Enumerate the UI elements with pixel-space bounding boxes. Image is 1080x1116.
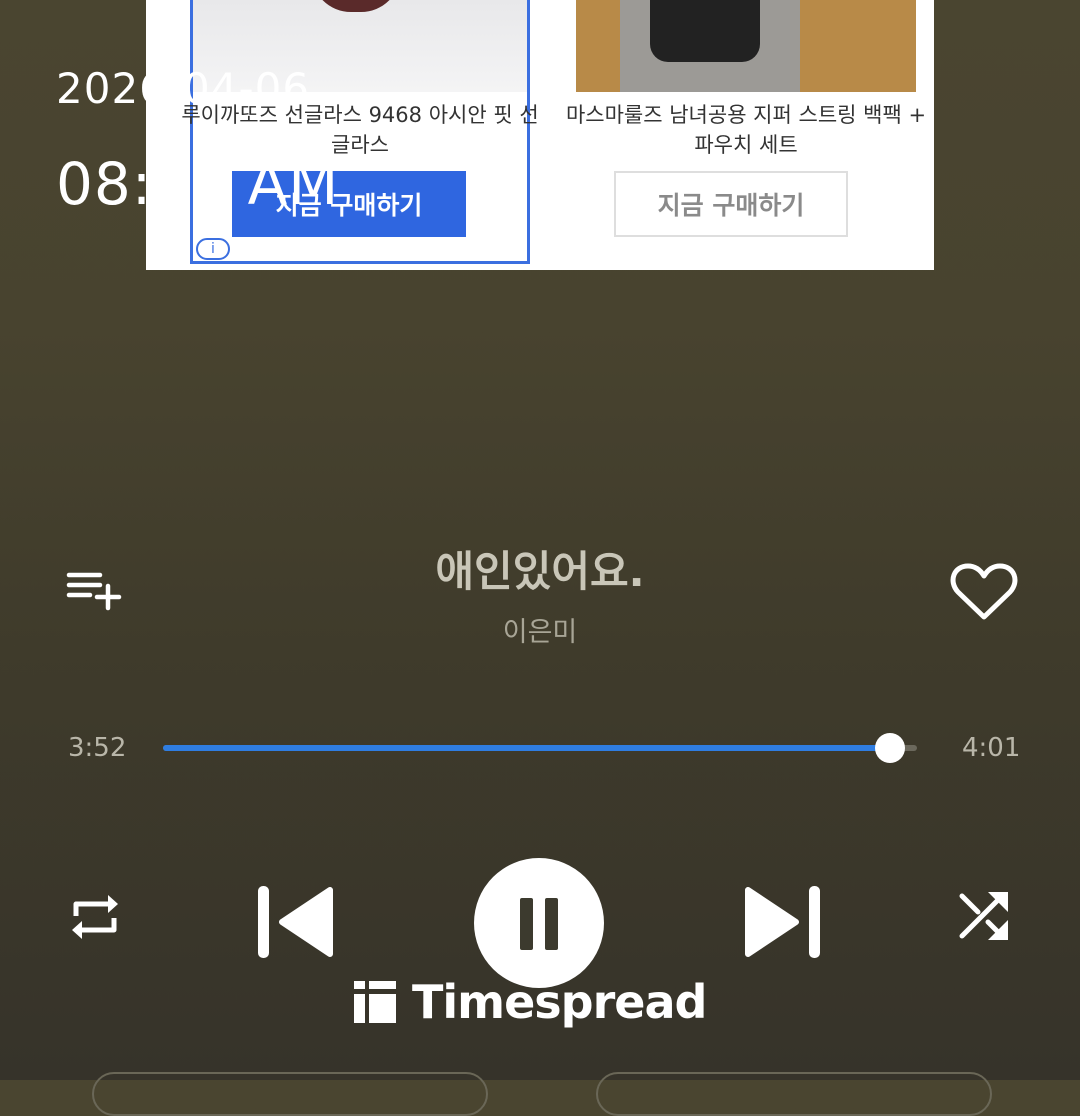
heart-icon[interactable] xyxy=(950,562,1018,622)
ad-product-title[interactable]: 마스마룰즈 남녀공용 지퍼 스트링 백팩 + 파우치 세트 xyxy=(554,100,938,160)
overlay-time: 08:16 AM xyxy=(56,150,340,218)
skip-previous-icon[interactable] xyxy=(256,884,336,960)
seek-bar[interactable] xyxy=(163,733,917,763)
seek-bar-fill xyxy=(163,745,890,751)
watermark-text: Timespread xyxy=(412,975,707,1029)
watermark: Timespread xyxy=(354,975,707,1029)
shuffle-icon[interactable] xyxy=(956,888,1012,944)
song-artist[interactable]: 이은미 xyxy=(0,610,1080,649)
pause-button[interactable] xyxy=(474,858,604,988)
bottom-button[interactable] xyxy=(596,1072,992,1116)
seek-bar-handle[interactable] xyxy=(874,733,905,763)
buy-now-button[interactable]: 지금 구매하기 xyxy=(614,171,848,237)
skip-next-icon[interactable] xyxy=(742,884,822,960)
bottom-button[interactable] xyxy=(92,1072,488,1116)
elapsed-time: 3:52 xyxy=(68,733,127,763)
ad-product-card[interactable]: 루이까또즈 선글라스 9468 아시안 핏 선글라스 지금 구매하기 i xyxy=(181,0,539,264)
ad-banner[interactable]: 루이까또즈 선글라스 9468 아시안 핏 선글라스 지금 구매하기 i 마스마… xyxy=(146,0,934,270)
timespread-logo-icon xyxy=(354,981,396,1023)
ad-info-icon[interactable]: i xyxy=(196,238,230,260)
overlay-date: 2026-04-06 xyxy=(56,64,311,113)
repeat-icon[interactable] xyxy=(68,890,122,944)
total-duration: 4:01 xyxy=(962,733,1021,763)
song-title: 애인있어요. xyxy=(435,547,645,596)
ad-product-card[interactable]: 마스마룰즈 남녀공용 지퍼 스트링 백팩 + 파우치 세트 지금 구매하기 xyxy=(566,0,926,264)
backpack-image[interactable] xyxy=(576,0,916,92)
